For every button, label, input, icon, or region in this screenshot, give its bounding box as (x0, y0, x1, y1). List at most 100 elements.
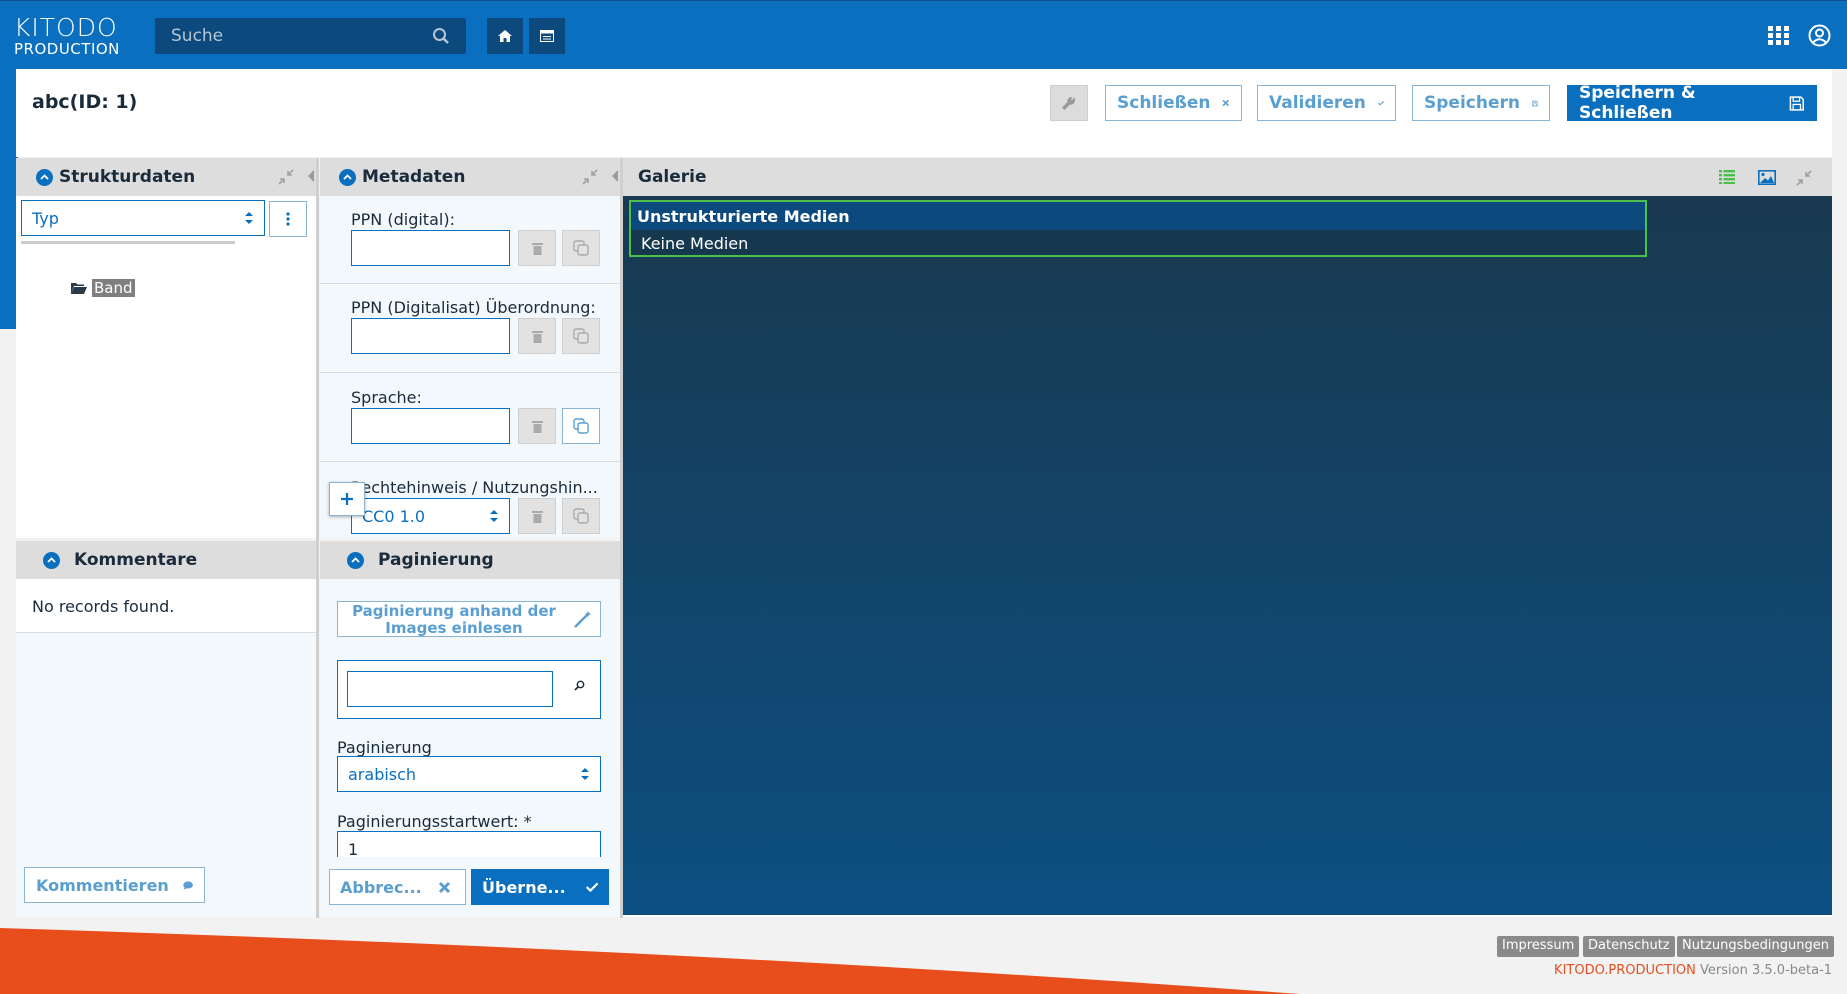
tools-button[interactable] (1050, 85, 1088, 121)
desktop-icon (540, 30, 554, 42)
delete-ppn-digital-button[interactable] (518, 230, 556, 266)
search-icon[interactable] (432, 27, 450, 45)
trash-icon (531, 510, 543, 523)
footer-link-impressum[interactable]: Impressum (1497, 936, 1580, 957)
structure-menu-button[interactable] (269, 201, 307, 237)
metadata-panel: Metadaten PPN (digital): PPN (Digitalisa… (320, 158, 620, 538)
ppn-digital-label: PPN (digital): (351, 210, 455, 229)
paginate-from-images-button[interactable]: Paginierung anhand der Images einlesen (337, 601, 601, 637)
type-select-underline (21, 241, 235, 244)
trash-icon (531, 330, 543, 343)
add-comment-button[interactable]: Kommentieren (24, 867, 205, 903)
rights-select[interactable]: CC0 1.0 (351, 498, 510, 534)
comment-icon (183, 880, 193, 890)
validate-button[interactable]: Validieren (1257, 85, 1396, 121)
save-and-close-button[interactable]: Speichern & Schließen (1567, 83, 1817, 123)
apply-pagination-button[interactable]: Überne... (471, 869, 609, 905)
apps-grid-icon[interactable] (1768, 26, 1789, 45)
field-separator (320, 283, 620, 284)
chevron-up-icon[interactable] (347, 551, 364, 569)
add-metadata-button[interactable] (329, 482, 365, 516)
panel-divider[interactable] (316, 158, 319, 918)
chevron-up-icon[interactable] (339, 168, 356, 186)
home-icon (498, 30, 512, 42)
home-button[interactable] (487, 18, 523, 54)
user-account-icon[interactable] (1808, 24, 1831, 47)
magic-wand-icon (574, 611, 591, 628)
structure-panel-header[interactable]: Strukturdaten (16, 158, 316, 196)
pagination-start-wrapper (337, 831, 601, 857)
comments-panel-header[interactable]: Kommentare (16, 541, 316, 579)
ppn-parent-field[interactable] (351, 318, 510, 354)
page-search-box (337, 660, 601, 719)
version-info: KITODO.PRODUCTION Version 3.5.0-beta-1 (1554, 963, 1832, 978)
close-button[interactable]: Schließen (1105, 85, 1242, 121)
collapse-icon[interactable] (278, 169, 294, 185)
metadata-panel-header[interactable]: Metadaten (320, 158, 620, 196)
search-icon[interactable] (574, 680, 585, 691)
apply-pagination-label: Überne... (482, 877, 566, 897)
language-field[interactable] (351, 408, 510, 444)
pagination-start-label: Paginierungsstartwert: * (337, 812, 532, 831)
kitodo-logo[interactable]: KITODO PRODUCTION (14, 15, 120, 57)
copy-icon (573, 328, 589, 344)
pagination-type-select[interactable]: arabisch (337, 756, 601, 792)
chevron-up-icon[interactable] (43, 551, 60, 569)
kebab-menu-icon (286, 212, 290, 226)
delete-ppn-parent-button[interactable] (518, 318, 556, 354)
rights-select-value: CC0 1.0 (362, 506, 426, 526)
copy-language-button[interactable] (562, 408, 600, 444)
top-navigation-bar: KITODO PRODUCTION (0, 0, 1847, 69)
pagination-start-field[interactable] (337, 831, 601, 857)
tree-node-label: Band (92, 279, 135, 297)
unstructured-media-section[interactable]: Unstrukturierte Medien Keine Medien (629, 200, 1647, 257)
plus-icon (341, 493, 353, 505)
logo-text-sub: PRODUCTION (14, 40, 120, 58)
image-view-icon[interactable] (1758, 170, 1776, 185)
gallery-content: Unstrukturierte Medien Keine Medien (623, 196, 1832, 915)
footer-link-datenschutz[interactable]: Datenschutz (1583, 936, 1675, 957)
delete-language-button[interactable] (518, 408, 556, 444)
pagination-type-label: Paginierung (337, 738, 432, 757)
add-comment-label: Kommentieren (36, 875, 169, 895)
copy-rights-button[interactable] (562, 498, 600, 534)
pagination-type-value: arabisch (348, 764, 417, 784)
editor-header: abc(ID: 1) Schließen Validieren Speicher… (16, 69, 1832, 157)
type-select[interactable]: Typ (21, 200, 265, 236)
folder-open-icon (71, 283, 87, 294)
desktop-button[interactable] (529, 18, 565, 54)
save-button[interactable]: Speichern (1412, 85, 1550, 121)
delete-rights-button[interactable] (518, 498, 556, 534)
field-separator (320, 461, 620, 462)
validate-button-label: Validieren (1269, 93, 1366, 113)
cancel-pagination-label: Abbrec... (340, 877, 422, 897)
structure-panel-title: Strukturdaten (59, 167, 196, 187)
tree-node-band[interactable]: Band (70, 279, 135, 297)
pagination-panel-header[interactable]: Paginierung (320, 541, 620, 579)
gallery-panel-header: Galerie (623, 158, 1832, 196)
version-text: Version 3.5.0-beta-1 (1700, 963, 1832, 978)
footer-link-nutzungsbedingungen[interactable]: Nutzungsbedingungen (1677, 936, 1834, 957)
structure-panel: Strukturdaten Typ Band (16, 158, 316, 538)
field-separator (320, 372, 620, 373)
close-icon (438, 881, 450, 893)
search-input[interactable] (155, 18, 425, 54)
no-media-text: Keine Medien (641, 234, 749, 253)
comments-panel-title: Kommentare (74, 550, 198, 570)
cancel-pagination-button[interactable]: Abbrec... (329, 869, 466, 905)
chevron-up-icon[interactable] (36, 168, 53, 186)
page-search-input[interactable] (347, 671, 553, 707)
collapse-icon[interactable] (1796, 170, 1812, 186)
footer-decoration (0, 928, 1300, 994)
list-view-icon[interactable] (1719, 170, 1735, 184)
type-select-value: Typ (32, 208, 59, 228)
comments-panel: Kommentare No records found. Kommentiere… (16, 541, 316, 917)
collapse-icon[interactable] (582, 169, 598, 185)
check-icon (1377, 100, 1384, 106)
ppn-digital-field[interactable] (351, 230, 510, 266)
copy-ppn-digital-button[interactable] (562, 230, 600, 266)
copy-ppn-parent-button[interactable] (562, 318, 600, 354)
pagination-panel: Paginierung Paginierung anhand der Image… (320, 541, 620, 917)
metadata-panel-title: Metadaten (362, 167, 466, 187)
wrench-icon (1062, 97, 1075, 110)
